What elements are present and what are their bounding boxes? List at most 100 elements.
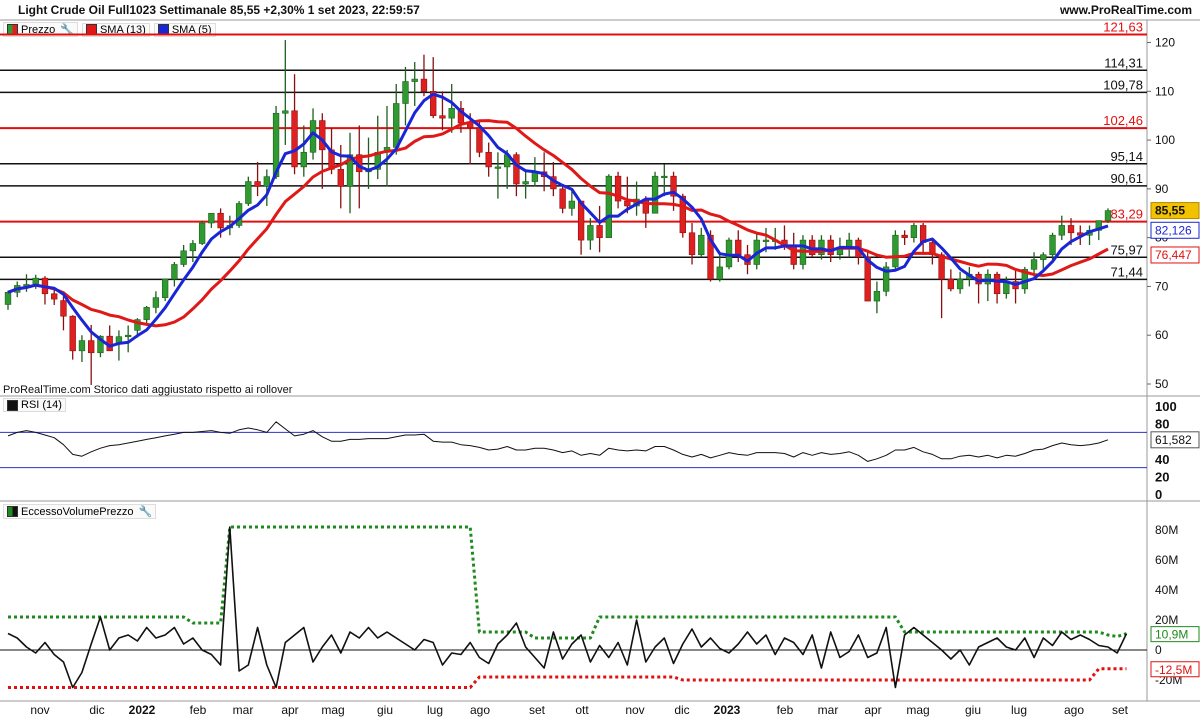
x-axis-tick-label: apr	[864, 703, 881, 717]
price-axis-tick-label: 70	[1155, 279, 1169, 293]
x-axis-tick-label: ago	[1064, 703, 1084, 717]
rsi-axis-tick-label: 20	[1155, 469, 1169, 484]
x-axis-tick-label: set	[529, 703, 546, 717]
rsi-axis-tick-label: 100	[1155, 399, 1177, 414]
candle-body	[171, 264, 178, 280]
price-axis-tick-label: 90	[1155, 182, 1169, 196]
price-level-label: 90,61	[1110, 171, 1143, 186]
candle-body	[1067, 225, 1075, 234]
price-level-label: 71,44	[1110, 264, 1143, 279]
candle-body	[568, 200, 576, 209]
x-axis-tick-label: mar	[818, 703, 839, 717]
candle-body	[827, 239, 834, 256]
volume-upper-badge-label: 10,9M	[1155, 628, 1188, 642]
x-axis-tick-label: feb	[777, 703, 794, 717]
candle-body	[51, 293, 58, 300]
candle-body	[605, 175, 613, 238]
sma5-line	[7, 92, 1109, 348]
candle-body	[873, 291, 881, 302]
candle-body	[300, 151, 307, 168]
x-axis-tick-label: set	[1112, 703, 1129, 717]
candle-body	[1058, 225, 1065, 236]
candle-body	[198, 222, 206, 244]
volume-lower-badge-label: -12,5M	[1155, 663, 1192, 677]
x-axis-tick-label: nov	[30, 703, 49, 717]
candle-body	[402, 81, 409, 104]
candle-body	[1104, 210, 1112, 221]
x-axis-tick-label: giu	[377, 703, 393, 717]
volume-axis-tick-label: 40M	[1155, 583, 1178, 597]
volume-upper-band	[8, 525, 1127, 640]
candle-body	[254, 181, 261, 187]
candle-body	[161, 278, 169, 298]
candle-body	[735, 239, 742, 256]
candle-body	[411, 78, 418, 82]
x-axis-tick-label: lug	[427, 703, 443, 717]
price-level-label: 75,97	[1110, 242, 1143, 257]
candle-body	[420, 78, 428, 92]
candle-body	[4, 291, 12, 305]
x-axis-tick-label: 2023	[714, 703, 741, 717]
x-axis-tick-label: apr	[281, 703, 298, 717]
chart-canvas: 121,63 114,31 109,78 102,46 95,14 90,61 83,29 7…	[0, 19, 1200, 717]
candle-body	[513, 154, 520, 185]
last-price-badge-label: 85,55	[1155, 204, 1185, 218]
candle-body	[901, 234, 908, 238]
candle-body	[319, 120, 326, 151]
x-axis-tick-label: feb	[190, 703, 207, 717]
volume-lower-band	[8, 667, 1127, 689]
sma13-value-badge-label: 76,447	[1155, 248, 1192, 262]
candle-body	[32, 277, 39, 285]
candle-body	[217, 212, 224, 229]
price-axis-tick-label: 50	[1155, 377, 1169, 391]
candle-body	[88, 340, 95, 354]
candle-body	[716, 266, 723, 280]
candle-body	[1040, 254, 1047, 260]
x-axis-tick-label: nov	[625, 703, 644, 717]
candle-body	[143, 307, 150, 320]
candle-body	[956, 278, 964, 290]
candle-body	[651, 175, 659, 214]
candle-body	[1049, 234, 1056, 256]
candle-body	[864, 256, 871, 302]
rsi-axis-tick-label: 40	[1155, 452, 1169, 467]
candle-body	[624, 200, 631, 207]
x-axis-tick-label: lug	[1011, 703, 1027, 717]
candle-body	[291, 110, 298, 168]
price-level-label: 95,14	[1110, 149, 1143, 164]
price-axis-tick-label: 120	[1155, 36, 1175, 50]
candle-body	[189, 243, 197, 252]
candle-body	[245, 181, 252, 204]
rsi-axis-tick-label: 0	[1155, 487, 1162, 502]
volume-excess-line	[7, 526, 1128, 689]
price-level-label: 114,31	[1104, 55, 1143, 70]
price-level-label: 121,63	[1103, 20, 1143, 35]
candle-body	[69, 315, 76, 352]
candle-body	[78, 340, 86, 352]
price-level-label: 83,29	[1110, 207, 1143, 222]
candle-body	[393, 103, 400, 148]
price-level-label: 102,46	[1103, 113, 1143, 128]
candle-body	[439, 115, 446, 119]
candle-body	[125, 334, 132, 338]
candle-body	[152, 297, 160, 308]
candle-body	[337, 169, 344, 187]
price-level-label: 109,78	[1103, 77, 1143, 92]
sma5-value-badge-label: 82,126	[1155, 223, 1192, 237]
volume-axis-tick-label: 0	[1155, 643, 1162, 657]
x-axis-tick-label: mar	[233, 703, 254, 717]
x-axis-tick-label: dic	[674, 703, 689, 717]
candle-body	[596, 225, 603, 238]
x-axis-tick-label: ott	[575, 703, 589, 717]
candle-body	[522, 181, 529, 185]
rsi-axis-tick-label: 80	[1155, 417, 1169, 432]
candle-body	[448, 108, 455, 119]
volume-axis-tick-label: 60M	[1155, 553, 1178, 567]
candle-body	[1030, 259, 1038, 270]
candle-body	[947, 278, 955, 290]
candle-body	[910, 225, 918, 238]
rsi-line	[7, 421, 1109, 462]
candle-body	[993, 273, 1001, 295]
candle-body	[688, 232, 696, 256]
price-axis-tick-label: 110	[1155, 84, 1174, 98]
